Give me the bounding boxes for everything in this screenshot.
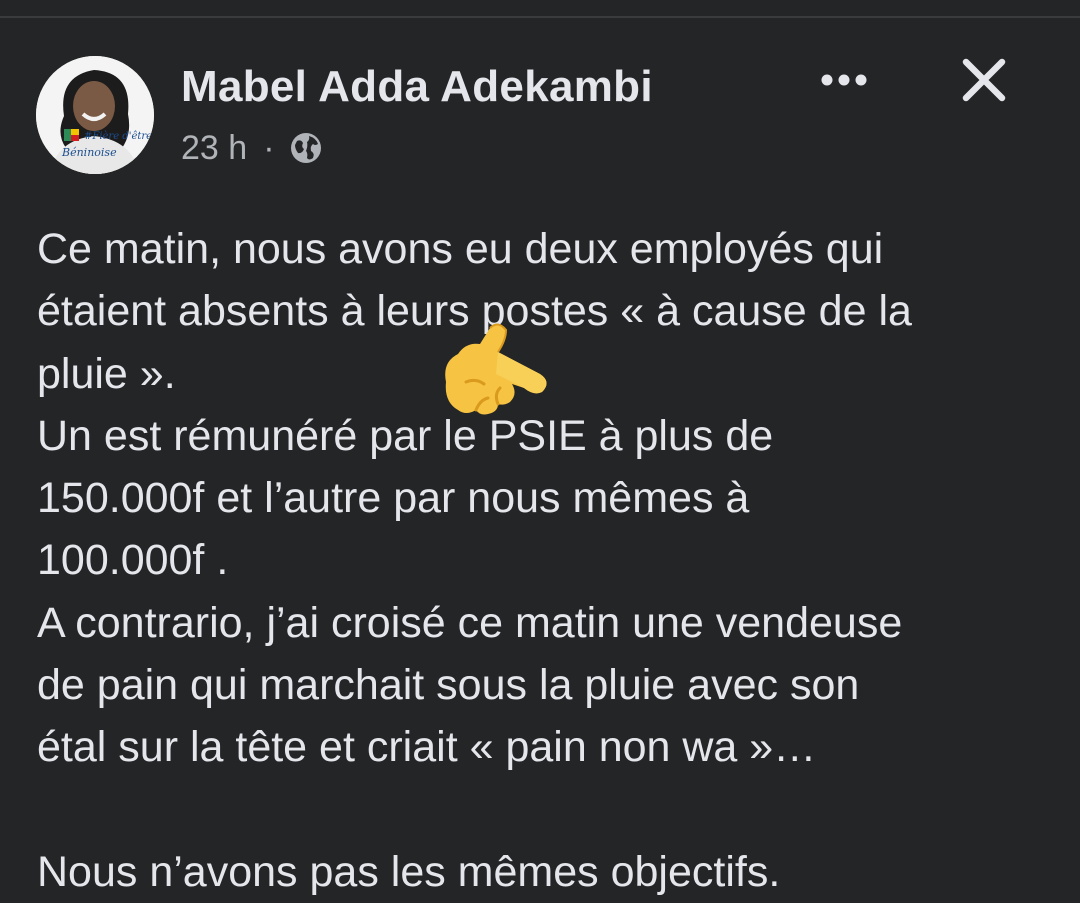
avatar-caption-1: #Fière d'être (84, 131, 152, 142)
avatar-caption-2: Béninoise (61, 146, 117, 159)
post-line: de pain qui marchait sous la pluie avec … (37, 661, 860, 710)
post-line: A contrario, j’ai croisé ce matin une ve… (37, 598, 903, 647)
post-line: 100.000f . (37, 536, 229, 585)
top-divider (0, 0, 1080, 18)
post-line: Ce matin, nous avons eu deux employés qu… (37, 225, 884, 273)
post-text: Ce matin, nous avons eu deux employés qu… (37, 218, 1047, 903)
post-line: 150.000f et l’autre par nous mêmes à (37, 474, 750, 523)
post-line: étal sur la tête et criait « pain non wa… (37, 723, 817, 772)
close-icon[interactable] (956, 56, 1012, 104)
globe-icon (289, 131, 323, 165)
post-time[interactable]: 23 h (181, 129, 247, 168)
post-line: Nous n’avons pas les mêmes objectifs. (37, 847, 781, 896)
post-line-blank (37, 779, 1047, 841)
meta-separator: · (263, 128, 275, 167)
post-meta: 23 h · (181, 128, 323, 168)
pointing-right-hand-emoji (436, 322, 554, 420)
post-header: #Fière d'être Béninoise Mabel Adda Adeka… (36, 56, 1046, 176)
author-name[interactable]: Mabel Adda Adekambi (181, 62, 653, 112)
more-options-icon[interactable] (816, 60, 872, 100)
author-avatar[interactable]: #Fière d'être Béninoise (36, 56, 154, 174)
